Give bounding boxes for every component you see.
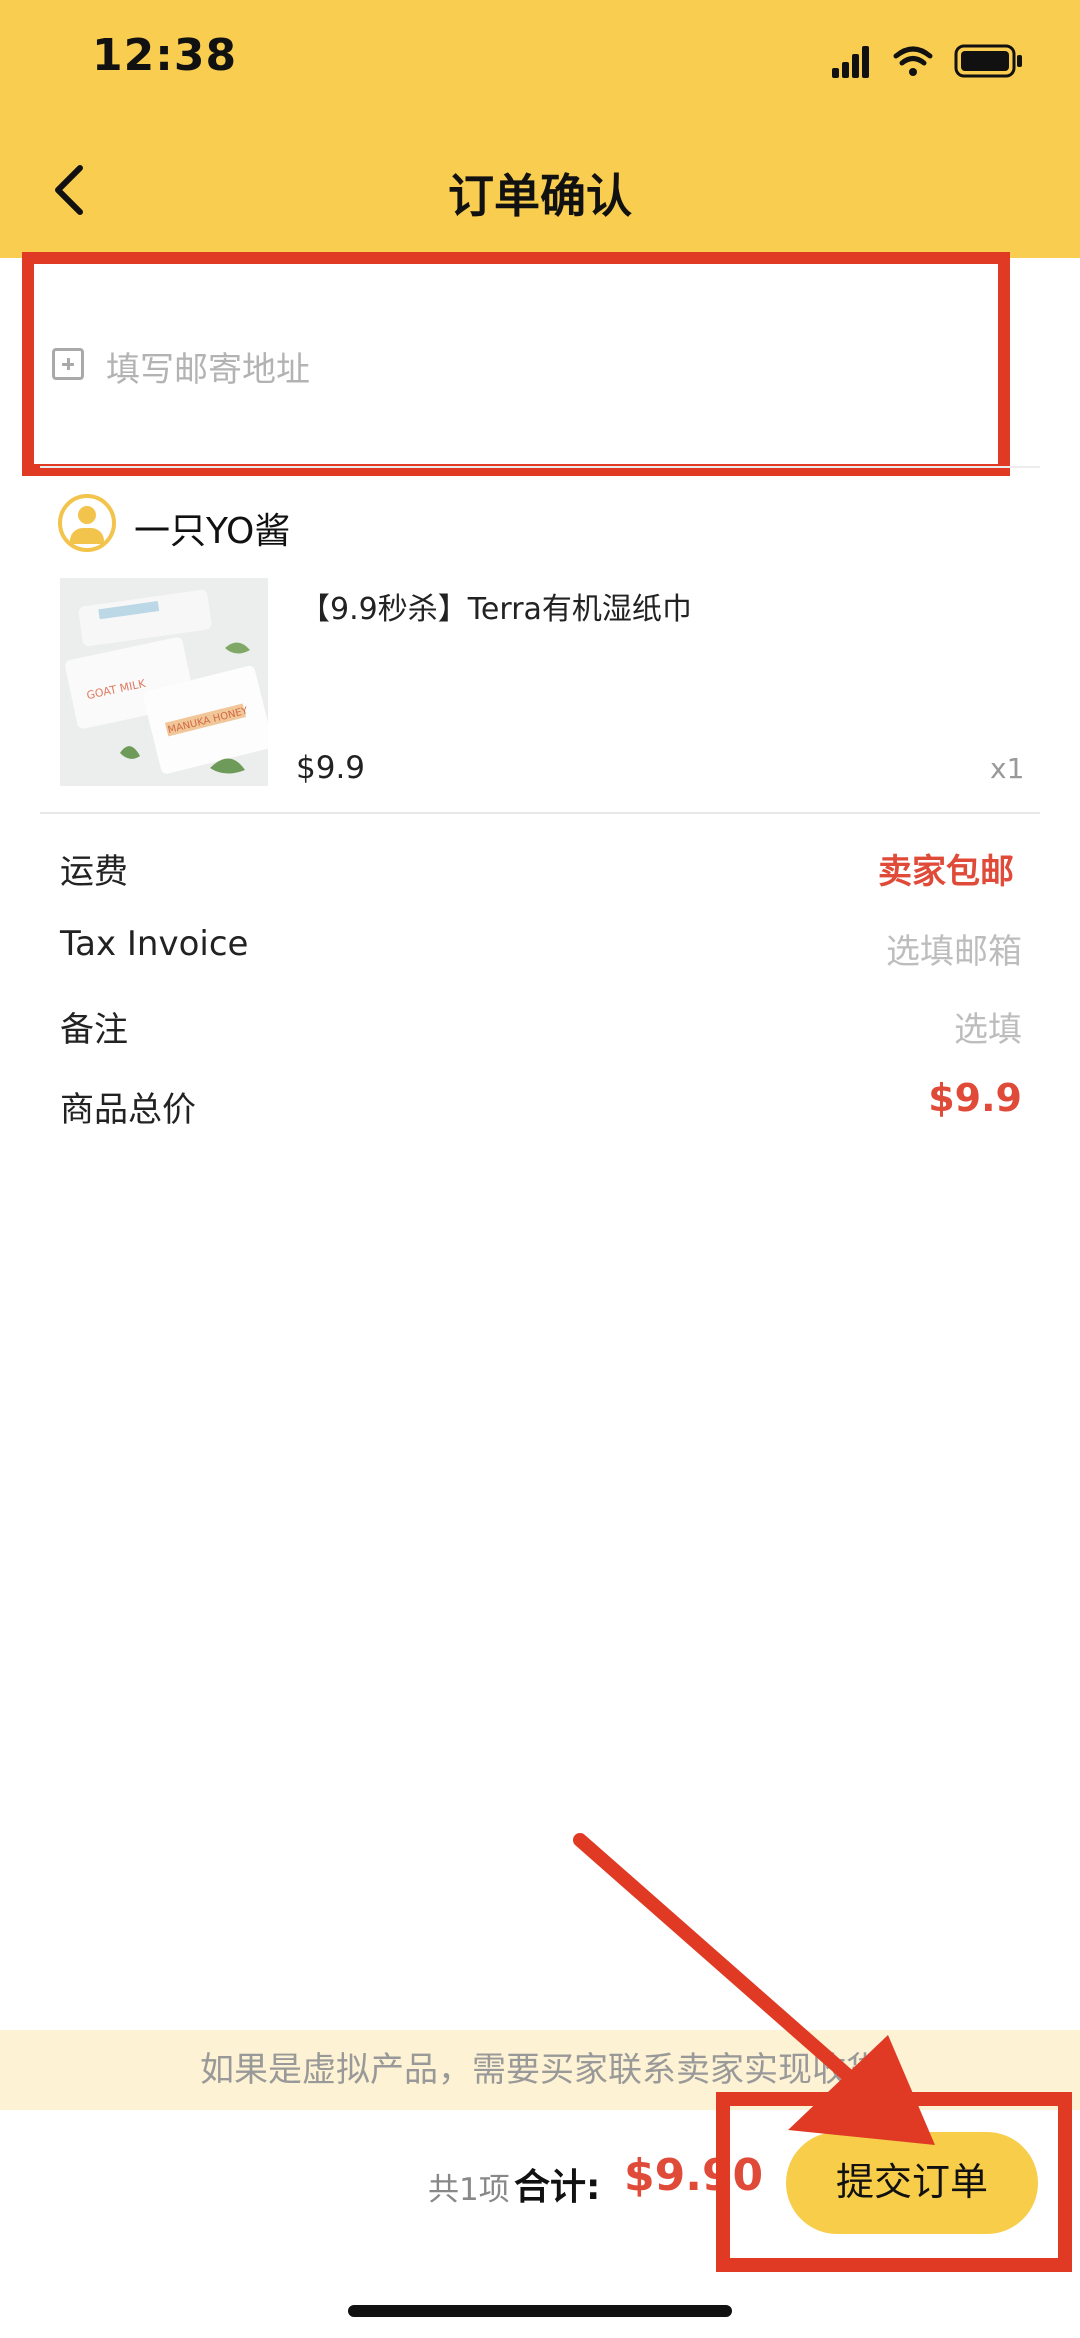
home-indicator <box>348 2305 732 2317</box>
seller-name[interactable]: 一只YO酱 <box>134 502 290 554</box>
battery-icon <box>954 44 1022 78</box>
page-title: 订单确认 <box>448 169 632 223</box>
product-name[interactable]: 【9.9秒杀】Terra有机湿纸巾 <box>300 584 692 628</box>
divider <box>40 812 1040 814</box>
status-time: 12:38 <box>92 30 238 81</box>
tax-invoice-input[interactable]: 选填邮箱 <box>886 924 1022 973</box>
remarks-input[interactable]: 选填 <box>954 1002 1022 1051</box>
annotation-arrow-icon <box>573 1833 935 2145</box>
item-count: 共1项 <box>428 2172 510 2208</box>
subtotal-value: $9.9 <box>928 1076 1022 1120</box>
avatar-head <box>78 506 96 524</box>
wifi-icon <box>893 46 933 66</box>
tax-invoice-label: Tax Invoice <box>60 924 249 964</box>
shipping-label: 运费 <box>60 852 128 892</box>
remarks-label: 备注 <box>60 1010 128 1050</box>
shipping-value: 卖家包邮 <box>878 852 1014 892</box>
subtotal-label: 商品总价 <box>60 1090 196 1130</box>
divider <box>40 466 1040 468</box>
product-price: $9.9 <box>296 750 366 786</box>
product-image[interactable]: GOAT MILK MANUKA HONEY <box>60 578 268 786</box>
avatar-body <box>70 528 104 544</box>
status-icons <box>828 40 1028 80</box>
total-label: 合计: <box>514 2167 601 2208</box>
signal-icon <box>832 46 869 78</box>
address-placeholder[interactable]: 填写邮寄地址 <box>106 342 310 391</box>
add-address-icon[interactable] <box>52 348 84 380</box>
product-quantity: x1 <box>990 752 1025 785</box>
